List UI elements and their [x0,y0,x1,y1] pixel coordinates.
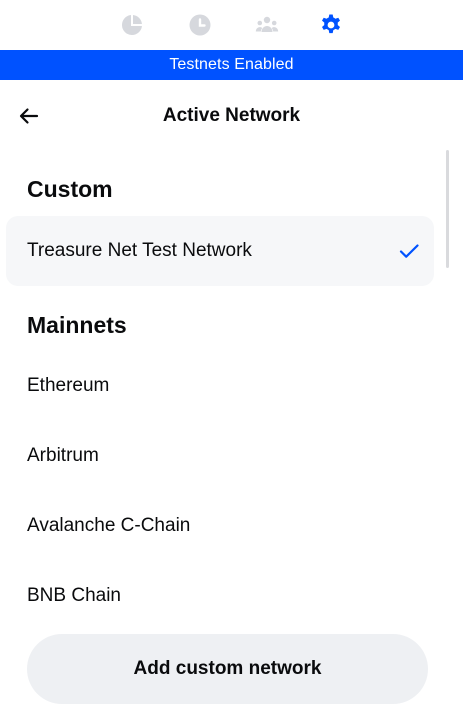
network-item-treasure-net[interactable]: Treasure Net Test Network [6,216,434,286]
tab-assets[interactable] [119,12,145,38]
tab-settings[interactable] [318,12,344,38]
scrollbar[interactable] [446,150,449,268]
checkmark-icon [399,244,419,258]
top-nav-tabs [0,0,463,50]
network-item-label: Treasure Net Test Network [27,240,252,261]
network-item-bnb-chain[interactable]: BNB Chain [6,561,434,631]
network-item-arbitrum[interactable]: Arbitrum [6,421,434,491]
network-item-label: Avalanche C-Chain [27,515,191,536]
network-item-ethereum[interactable]: Ethereum [6,351,434,421]
network-item-avalanche[interactable]: Avalanche C-Chain [6,491,434,561]
network-item-label: BNB Chain [27,585,121,606]
network-item-label: Arbitrum [27,445,99,466]
section-heading-mainnets: Mainnets [27,312,127,338]
section-heading-custom: Custom [27,176,113,202]
pie-chart-icon [122,15,142,35]
tab-activity[interactable] [187,12,213,38]
page-header: Active Network [0,88,463,144]
people-icon [255,16,279,32]
add-custom-network-button[interactable]: Add custom network [27,634,428,704]
tab-community[interactable] [254,12,280,38]
testnets-banner: Testnets Enabled [0,50,463,80]
gear-icon [322,14,340,34]
network-item-label: Ethereum [27,375,110,396]
page-title: Active Network [162,105,301,126]
clock-icon [189,14,211,36]
active-network-page: Testnets Enabled Active Network Custom T… [0,0,463,721]
